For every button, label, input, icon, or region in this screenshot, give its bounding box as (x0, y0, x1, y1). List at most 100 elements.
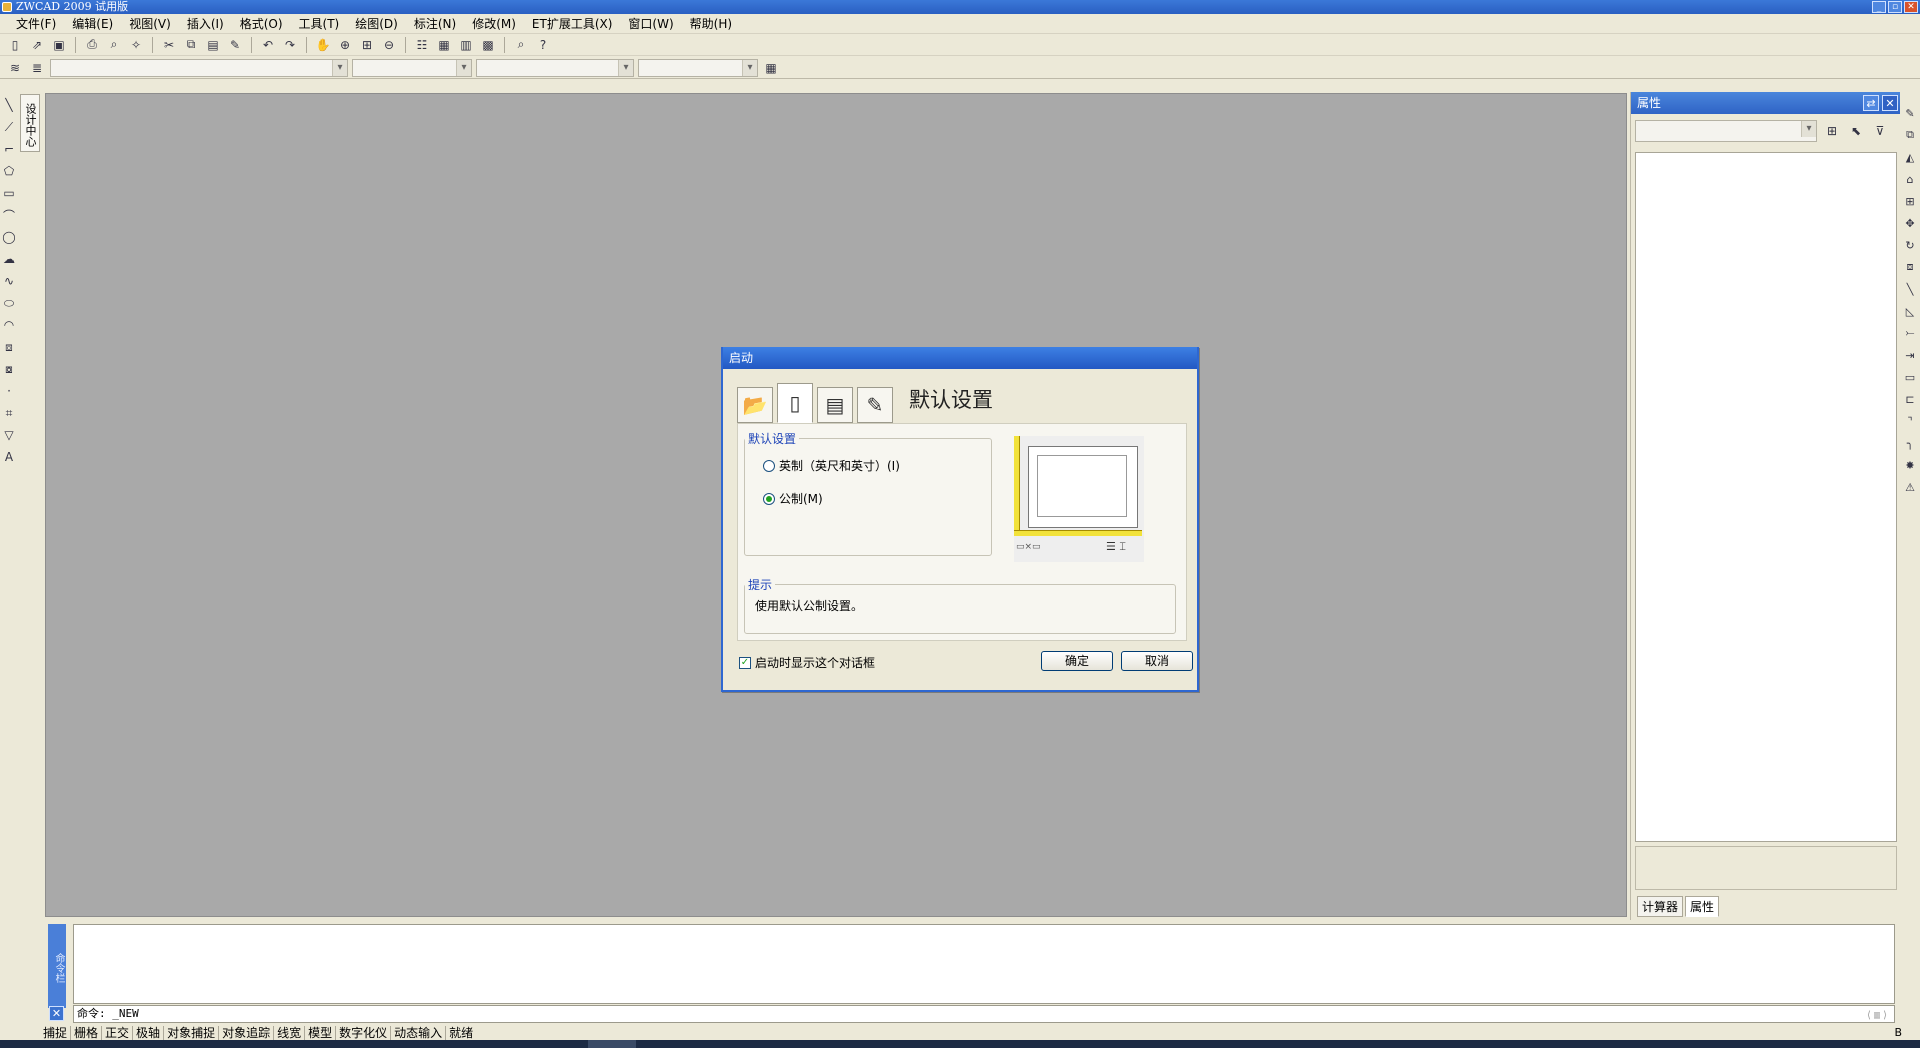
print-icon[interactable]: ⎙ (83, 36, 101, 54)
erase-icon[interactable]: ✎ (1902, 104, 1918, 122)
revision-cloud-icon[interactable]: ☁ (1, 250, 17, 268)
zoom-previous-icon[interactable]: ⊖ (380, 36, 398, 54)
property-list[interactable] (1635, 152, 1897, 842)
redo-icon[interactable]: ↷ (281, 36, 299, 54)
mirror-icon[interactable]: ◭ (1902, 148, 1918, 166)
ok-button[interactable]: 确定 (1041, 651, 1113, 671)
select-objects-icon[interactable]: ⬉ (1847, 122, 1865, 140)
linetype-combo[interactable] (476, 58, 634, 77)
panel-close-icon[interactable]: ✕ (1882, 95, 1898, 111)
undo-icon[interactable]: ↶ (259, 36, 277, 54)
command-scroll-icon[interactable]: ⟨▥⟩ (1866, 1008, 1890, 1024)
command-history[interactable] (73, 924, 1895, 1004)
print-preview-icon[interactable]: ⌕ (105, 36, 123, 54)
status-grid[interactable]: 栅格 (71, 1026, 103, 1040)
rotate-icon[interactable]: ↻ (1902, 236, 1918, 254)
make-block-icon[interactable]: ⧇ (1, 360, 17, 378)
use-wizard-icon[interactable]: ✎ (857, 387, 893, 423)
imperial-option[interactable]: 英制（英尺和英寸）(I) (763, 457, 991, 474)
tab-calculator[interactable]: 计算器 (1637, 896, 1684, 917)
help-icon[interactable]: ? (534, 36, 552, 54)
auto-hide-icon[interactable]: ⇄ (1863, 95, 1879, 111)
trim-icon[interactable]: ⤚ (1902, 324, 1918, 342)
menu-tools[interactable]: 工具(T) (291, 14, 348, 34)
layer-combo[interactable] (50, 58, 348, 77)
ray-icon[interactable]: ⟋ (1, 118, 17, 136)
move-icon[interactable]: ✥ (1902, 214, 1918, 232)
menu-modify[interactable]: 修改(M) (464, 14, 524, 34)
menu-express-tools[interactable]: ET扩展工具(X) (524, 14, 621, 34)
paste-icon[interactable]: ▤ (204, 36, 222, 54)
copy-object-icon[interactable]: ⧉ (1902, 126, 1918, 144)
cancel-button[interactable]: 取消 (1121, 651, 1193, 671)
array-icon[interactable]: ⊞ (1902, 192, 1918, 210)
lengthen-icon[interactable]: ◺ (1902, 302, 1918, 320)
menu-format[interactable]: 格式(O) (232, 14, 291, 34)
imperial-radio[interactable] (763, 459, 775, 472)
open-drawing-icon[interactable]: 📂 (737, 387, 773, 423)
scale-icon[interactable]: ⧈ (1902, 258, 1918, 276)
menu-file[interactable]: 文件(F) (8, 14, 64, 34)
circle-icon[interactable]: ◯ (1, 228, 17, 246)
layer-previous-icon[interactable]: ≣ (28, 59, 46, 77)
show-on-startup-checkbox[interactable]: ✓ (739, 656, 751, 669)
taskbar-item[interactable] (588, 1040, 636, 1048)
zoom-realtime-icon[interactable]: ⊕ (336, 36, 354, 54)
find-icon[interactable]: ⌕ (512, 36, 530, 54)
metric-option[interactable]: 公制(M) (763, 490, 991, 507)
warning-icon[interactable]: ⚠ (1902, 478, 1918, 496)
show-on-startup-option[interactable]: ✓ 启动时显示这个对话框 (739, 654, 875, 671)
publish-icon[interactable]: ✧ (127, 36, 145, 54)
start-from-scratch-icon[interactable]: ▯ (777, 383, 813, 423)
metric-radio[interactable] (763, 492, 775, 505)
offset-icon[interactable]: ⌂ (1902, 170, 1918, 188)
restore-button[interactable]: ▫ (1888, 1, 1902, 13)
status-dynamic-input[interactable]: 动态输入 (391, 1026, 447, 1040)
color-combo[interactable] (352, 58, 472, 77)
menu-window[interactable]: 窗口(W) (620, 14, 681, 34)
properties-icon[interactable]: ☷ (413, 36, 431, 54)
status-lineweight[interactable]: 线宽 (274, 1026, 306, 1040)
text-icon[interactable]: A (1, 448, 17, 466)
point-icon[interactable]: · (1, 382, 17, 400)
minimize-button[interactable]: _ (1872, 1, 1886, 13)
lineweight-combo[interactable] (638, 58, 758, 77)
design-center-icon[interactable]: ▦ (435, 36, 453, 54)
join-icon[interactable]: ⊏ (1902, 390, 1918, 408)
spline-icon[interactable]: ∿ (1, 272, 17, 290)
polygon-icon[interactable]: ⬠ (1, 162, 17, 180)
cut-icon[interactable]: ✂ (160, 36, 178, 54)
menu-edit[interactable]: 编辑(E) (64, 14, 121, 34)
command-close-icon[interactable]: ✕ (49, 1006, 64, 1021)
tool-palette-icon[interactable]: ▥ (457, 36, 475, 54)
zoom-window-icon[interactable]: ⊞ (358, 36, 376, 54)
insert-block-icon[interactable]: ⧈ (1, 338, 17, 356)
new-icon[interactable]: ▯ (6, 36, 24, 54)
menu-insert[interactable]: 插入(I) (179, 14, 232, 34)
toggle-pickadd-icon[interactable]: ⊞ (1823, 122, 1841, 140)
close-button[interactable]: ✕ (1904, 1, 1918, 13)
menu-draw[interactable]: 绘图(D) (347, 14, 406, 34)
extend-icon[interactable]: ⇥ (1902, 346, 1918, 364)
status-osnap[interactable]: 对象捕捉 (164, 1026, 220, 1040)
arc-icon[interactable]: ⌒ (1, 206, 17, 224)
tab-properties[interactable]: 属性 (1685, 896, 1720, 917)
copy-icon[interactable]: ⧉ (182, 36, 200, 54)
status-tablet[interactable]: 数字化仪 (336, 1026, 392, 1040)
polyline-icon[interactable]: ⌐ (1, 140, 17, 158)
plot-style-icon[interactable]: ▦ (762, 59, 780, 77)
fillet-icon[interactable]: ╮ (1902, 434, 1918, 452)
menu-view[interactable]: 视图(V) (121, 14, 179, 34)
match-properties-icon[interactable]: ✎ (226, 36, 244, 54)
design-center-tab[interactable]: 设计中心 (20, 94, 40, 152)
status-polar[interactable]: 极轴 (133, 1026, 165, 1040)
open-icon[interactable]: ⇗ (28, 36, 46, 54)
explode-icon[interactable]: ✸ (1902, 456, 1918, 474)
save-icon[interactable]: ▣ (50, 36, 68, 54)
status-snap[interactable]: 捕捉 (40, 1026, 72, 1040)
command-line[interactable]: 命令: _NEW ⟨▥⟩ (73, 1005, 1895, 1023)
calculator-icon[interactable]: ▩ (479, 36, 497, 54)
break-icon[interactable]: ▭ (1902, 368, 1918, 386)
layer-manager-icon[interactable]: ≋ (6, 59, 24, 77)
region-icon[interactable]: ▽ (1, 426, 17, 444)
